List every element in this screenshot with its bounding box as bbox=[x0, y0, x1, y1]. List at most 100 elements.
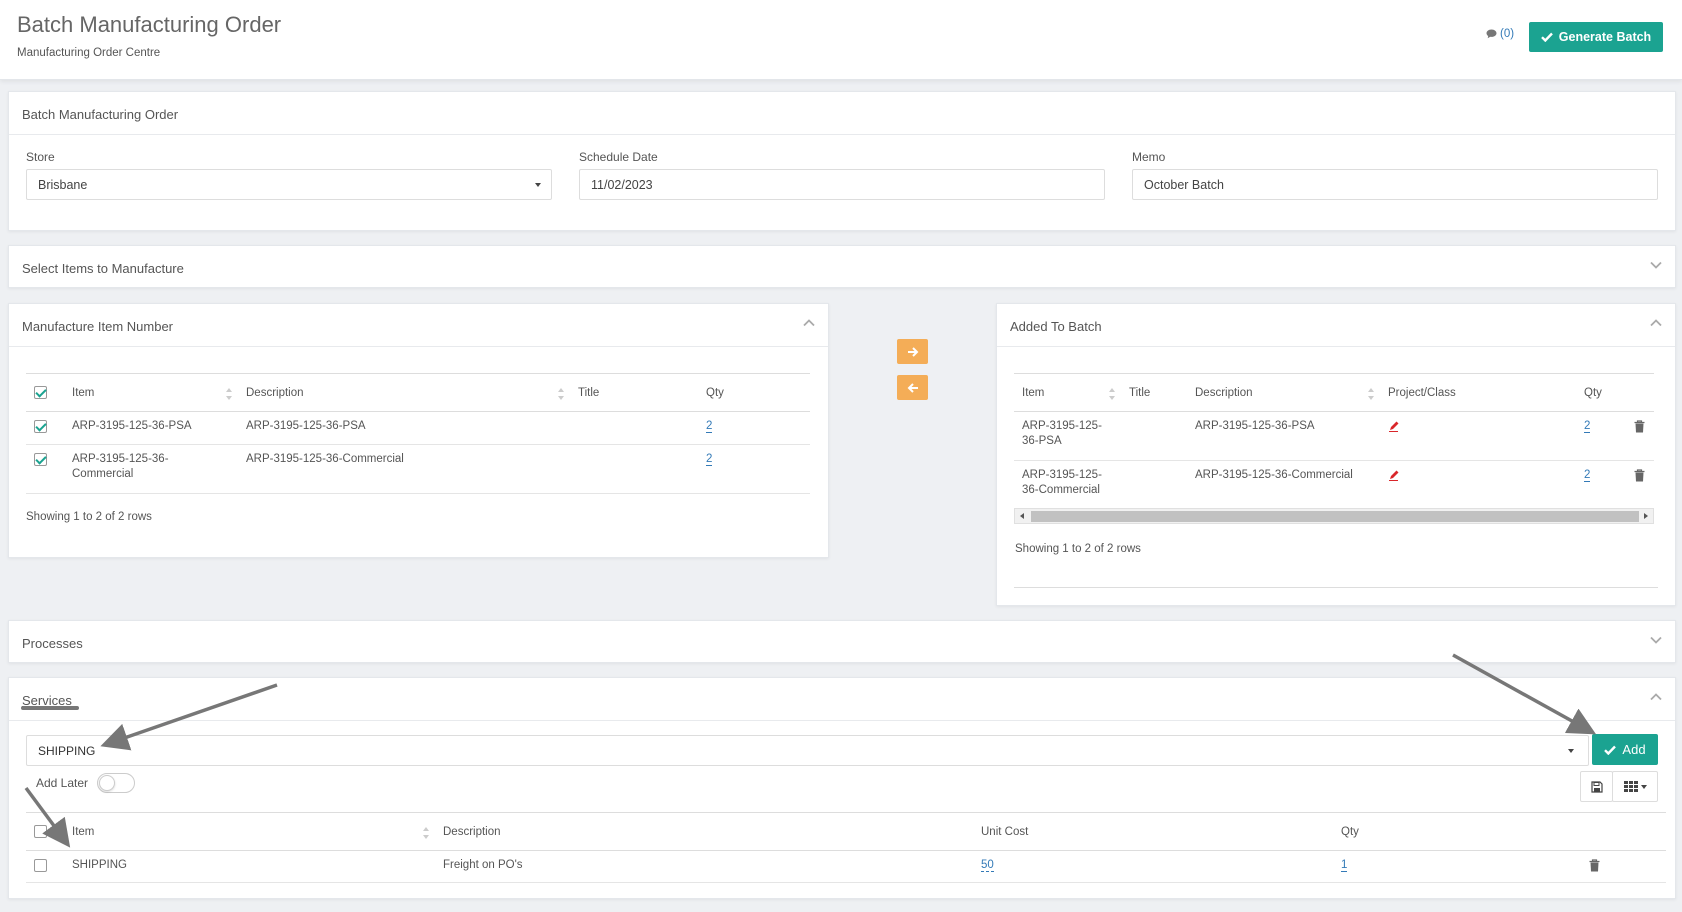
table-header-row: Item Title Description Project/Class Qty bbox=[1014, 373, 1654, 412]
item-line: ARP-3195-125- bbox=[1022, 469, 1102, 481]
qty-cell: 2 bbox=[1576, 412, 1626, 461]
horizontal-scrollbar[interactable] bbox=[1014, 508, 1654, 524]
column-header-item[interactable]: Item bbox=[64, 813, 435, 851]
page-subtitle: Manufacturing Order Centre bbox=[17, 47, 161, 59]
item-line: ARP-3195-125-36- bbox=[72, 453, 169, 465]
select-all-cell bbox=[26, 813, 64, 851]
page-title: Batch Manufacturing Order bbox=[17, 12, 282, 37]
order-panel-title: Batch Manufacturing Order bbox=[9, 92, 1675, 135]
store-select[interactable]: Brisbane bbox=[26, 169, 552, 200]
dropdown-caret-icon bbox=[1568, 749, 1574, 753]
add-later-label: Add Later bbox=[36, 776, 89, 790]
table-row[interactable]: ARP-3195-125-36- Commercial ARP-3195-125… bbox=[26, 445, 810, 494]
project-class-cell bbox=[1380, 412, 1576, 461]
unit-cost-editable[interactable]: 50 bbox=[981, 859, 994, 872]
row-checkbox[interactable] bbox=[34, 420, 47, 433]
column-header-title[interactable]: Title bbox=[1121, 374, 1187, 412]
select-items-panel[interactable]: Select Items to Manufacture bbox=[8, 245, 1676, 288]
trash-icon[interactable] bbox=[1589, 859, 1600, 872]
title-cell bbox=[1121, 461, 1187, 510]
columns-menu-button[interactable] bbox=[1612, 771, 1658, 802]
column-header-description[interactable]: Description bbox=[435, 813, 973, 851]
scroll-right-icon[interactable] bbox=[1644, 513, 1648, 519]
qty-editable[interactable]: 2 bbox=[1584, 469, 1591, 482]
chevron-down-icon[interactable] bbox=[1650, 636, 1662, 644]
row-checkbox[interactable] bbox=[34, 453, 47, 466]
check-icon bbox=[1604, 745, 1617, 755]
arrow-left-icon bbox=[907, 382, 918, 393]
save-view-button[interactable] bbox=[1580, 771, 1613, 802]
table-row[interactable]: ARP-3195-125- 36-PSA ARP-3195-125-36-PSA… bbox=[1014, 412, 1654, 461]
schedule-date-label: Schedule Date bbox=[579, 150, 658, 164]
table-row[interactable]: SHIPPING Freight on PO's 50 1 bbox=[26, 851, 1666, 883]
column-header-description[interactable]: Description bbox=[238, 374, 570, 412]
description-cell: ARP-3195-125-36-Commercial bbox=[1195, 469, 1353, 481]
services-title-underline bbox=[21, 706, 79, 710]
comments-count: (0) bbox=[1500, 28, 1515, 40]
generate-batch-button[interactable]: Generate Batch bbox=[1529, 22, 1663, 52]
unit-cost-cell: 50 bbox=[973, 851, 1333, 883]
generate-batch-label: Generate Batch bbox=[1558, 30, 1652, 44]
title-cell bbox=[570, 445, 698, 494]
sort-icon bbox=[423, 827, 429, 839]
store-label: Store bbox=[26, 150, 55, 164]
service-select[interactable]: SHIPPING bbox=[26, 735, 1589, 766]
added-to-batch-table: Item Title Description Project/Class Qty… bbox=[1014, 373, 1654, 510]
column-header-project-class[interactable]: Project/Class bbox=[1380, 374, 1576, 412]
comments-link[interactable]: (0) bbox=[1486, 28, 1514, 40]
column-header-description[interactable]: Description bbox=[1187, 374, 1380, 412]
scroll-left-icon[interactable] bbox=[1020, 513, 1024, 519]
processes-title: Processes bbox=[9, 621, 1675, 664]
qty-editable[interactable]: 2 bbox=[1584, 420, 1591, 433]
column-header-qty[interactable]: Qty bbox=[1576, 374, 1626, 412]
processes-panel[interactable]: Processes bbox=[8, 620, 1676, 663]
column-header-actions bbox=[1626, 374, 1654, 412]
row-checkbox[interactable] bbox=[34, 859, 47, 872]
manufacture-items-table: Item Description Title Qty ARP-3195-125-… bbox=[26, 373, 810, 494]
column-header-item[interactable]: Item bbox=[64, 374, 238, 412]
check-icon bbox=[1540, 32, 1553, 42]
add-service-button[interactable]: Add bbox=[1592, 734, 1658, 765]
column-header-label: Unit Cost bbox=[981, 825, 1029, 838]
table-row[interactable]: ARP-3195-125-36-PSA ARP-3195-125-36-PSA … bbox=[26, 412, 810, 445]
column-header-item[interactable]: Item bbox=[1014, 374, 1121, 412]
table-row[interactable]: ARP-3195-125- 36-Commercial ARP-3195-125… bbox=[1014, 461, 1654, 510]
qty-editable[interactable]: 2 bbox=[706, 420, 713, 433]
memo-value: October Batch bbox=[1144, 178, 1224, 192]
select-all-checkbox[interactable] bbox=[34, 386, 47, 399]
store-value: Brisbane bbox=[38, 178, 88, 192]
pencil-icon[interactable] bbox=[1388, 420, 1400, 432]
item-cell: ARP-3195-125- 36-Commercial bbox=[1014, 461, 1121, 510]
trash-icon[interactable] bbox=[1634, 469, 1645, 482]
item-line: 36-PSA bbox=[1022, 435, 1062, 447]
chevron-up-icon[interactable] bbox=[1650, 693, 1662, 701]
scrollbar-thumb[interactable] bbox=[1031, 511, 1639, 522]
qty-editable[interactable]: 2 bbox=[706, 453, 713, 466]
chevron-down-icon[interactable] bbox=[1650, 261, 1662, 269]
column-header-qty[interactable]: Qty bbox=[1333, 813, 1581, 851]
pencil-icon[interactable] bbox=[1388, 469, 1400, 481]
schedule-date-input[interactable]: 11/02/2023 bbox=[579, 169, 1105, 200]
services-title: Services bbox=[9, 678, 1675, 721]
qty-editable[interactable]: 1 bbox=[1341, 859, 1348, 872]
chevron-up-icon[interactable] bbox=[803, 319, 815, 327]
trash-icon[interactable] bbox=[1634, 420, 1645, 433]
column-header-unit-cost[interactable]: Unit Cost bbox=[973, 813, 1333, 851]
move-right-button[interactable] bbox=[897, 339, 928, 364]
manufacture-items-title: Manufacture Item Number bbox=[9, 304, 828, 347]
select-all-cell bbox=[26, 374, 64, 412]
toggle-knob bbox=[99, 775, 115, 791]
added-to-batch-panel: Added To Batch Item Title Description Pr… bbox=[996, 303, 1676, 606]
column-header-qty[interactable]: Qty bbox=[698, 374, 810, 412]
chevron-up-icon[interactable] bbox=[1650, 319, 1662, 327]
services-panel: Services SHIPPING Add Later Item Descrip… bbox=[8, 677, 1676, 899]
add-later-toggle[interactable] bbox=[97, 773, 135, 793]
qty-cell: 1 bbox=[1333, 851, 1581, 883]
title-cell bbox=[1121, 412, 1187, 461]
item-cell: ARP-3195-125- 36-PSA bbox=[1014, 412, 1121, 461]
column-header-title[interactable]: Title bbox=[570, 374, 698, 412]
select-all-checkbox[interactable] bbox=[34, 825, 47, 838]
memo-input[interactable]: October Batch bbox=[1132, 169, 1658, 200]
move-left-button[interactable] bbox=[897, 375, 928, 400]
table-header-row: Item Description Unit Cost Qty bbox=[26, 812, 1666, 851]
